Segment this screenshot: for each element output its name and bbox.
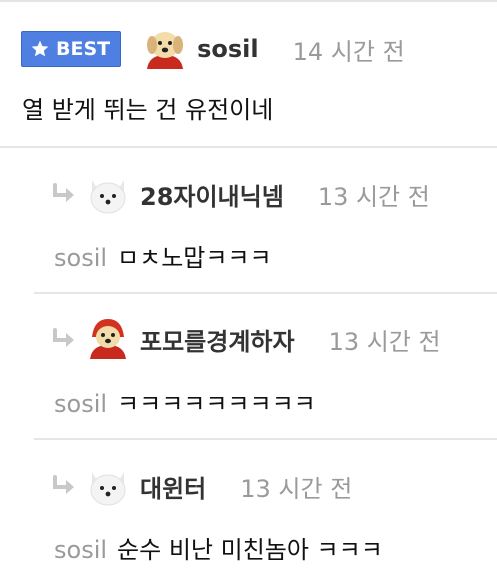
reply-divider — [34, 292, 497, 294]
reply-arrow-icon — [53, 328, 74, 347]
top-divider — [0, 0, 497, 2]
reply-mention[interactable]: sosil — [54, 536, 107, 564]
reply-body: sosil ㅁㅊ노맙ㅋㅋㅋ — [54, 238, 272, 273]
reply-time: 13 시간 전 — [317, 182, 430, 211]
best-badge-label: BEST — [56, 38, 111, 60]
reply-time: 13 시간 전 — [328, 327, 441, 356]
reply-author[interactable]: 28자이내닉넴 — [140, 177, 284, 212]
reply-body: sosil ㅋㅋㅋㅋㅋㅋㅋㅋㅋ — [54, 384, 316, 419]
best-comment-header: BEST sosil 14 시간 전 — [21, 23, 405, 75]
reply-author[interactable]: 대윈터 — [140, 469, 206, 504]
best-comment-time: 14 시간 전 — [292, 37, 405, 66]
puppy-red-hood-avatar[interactable] — [141, 25, 189, 73]
star-icon — [31, 40, 49, 57]
reply-arrow-icon — [53, 475, 74, 494]
best-badge: BEST — [21, 31, 122, 67]
reply-time: 13 시간 전 — [240, 474, 353, 503]
reply-divider — [34, 438, 497, 440]
reply-header: 28자이내닉넴 13 시간 전 — [52, 168, 430, 220]
reply-text: ㅋㅋㅋㅋㅋㅋㅋㅋㅋ — [117, 390, 316, 418]
best-comment-body: 열 받게 뛰는 건 유전이네 — [22, 96, 274, 124]
white-fox-avatar[interactable] — [84, 170, 132, 218]
reply-body: sosil 순수 비난 미친놈아 ㅋㅋㅋ — [54, 530, 383, 565]
reply-mention[interactable]: sosil — [54, 244, 107, 272]
reply-header: 포모를경계하자 13 시간 전 — [52, 313, 441, 365]
reply-text: 순수 비난 미친놈아 ㅋㅋㅋ — [117, 536, 383, 564]
reply-text: ㅁㅊ노맙ㅋㅋㅋ — [117, 244, 272, 272]
reply-mention[interactable]: sosil — [54, 390, 107, 418]
comment-divider — [0, 146, 497, 148]
puppy-red-hood-avatar[interactable] — [84, 315, 132, 363]
white-fox-avatar[interactable] — [84, 462, 132, 510]
reply-arrow-icon — [53, 183, 74, 202]
reply-header: 대윈터 13 시간 전 — [52, 460, 352, 512]
best-comment-author[interactable]: sosil — [197, 35, 259, 63]
reply-author[interactable]: 포모를경계하자 — [140, 322, 295, 357]
